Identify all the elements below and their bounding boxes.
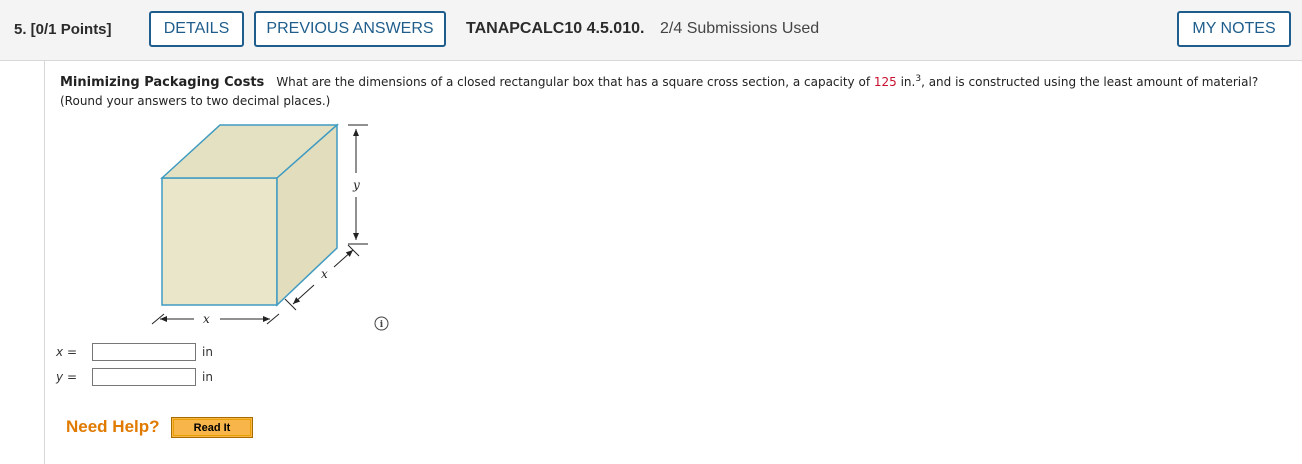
- x-depth-arrow-a: [292, 284, 315, 305]
- x-width-label: x: [203, 312, 210, 326]
- x-depth-arrow-b: [333, 249, 354, 268]
- y-label: y: [352, 178, 360, 192]
- capacity-unit: in.: [896, 75, 916, 89]
- capacity-value: 125: [873, 75, 897, 89]
- answer-label-x: x =: [56, 345, 77, 359]
- question-left-border: [44, 61, 45, 464]
- my-notes-button[interactable]: MY NOTES: [1177, 11, 1291, 47]
- question-number: 5. [0/1 Points]: [14, 21, 112, 38]
- x-depth-tick-b: [347, 244, 360, 257]
- y-unit: in: [202, 370, 213, 384]
- x-depth-tick-a: [284, 298, 297, 311]
- question-header: 5. [0/1 Points] DETAILS PREVIOUS ANSWERS…: [0, 0, 1302, 61]
- read-it-button[interactable]: Read It: [171, 417, 253, 438]
- svg-text:i: i: [380, 320, 384, 330]
- answer-row-x: x = in: [56, 341, 213, 363]
- details-button[interactable]: DETAILS: [149, 11, 244, 47]
- x-unit: in: [202, 345, 213, 359]
- box-front-face: [161, 177, 278, 306]
- y-answer-input[interactable]: [92, 368, 196, 386]
- question-text: Minimizing Packaging Costs What are the d…: [60, 70, 1290, 111]
- submissions-used: 2/4 Submissions Used: [660, 20, 820, 37]
- need-help-label: Need Help?: [66, 417, 160, 436]
- x-answer-input[interactable]: [92, 343, 196, 361]
- x-depth-label: x: [321, 267, 328, 281]
- question-title: Minimizing Packaging Costs: [60, 75, 265, 90]
- answer-row-y: y = in: [56, 366, 213, 388]
- previous-answers-button[interactable]: PREVIOUS ANSWERS: [254, 11, 446, 47]
- answer-label-y: y =: [56, 370, 77, 384]
- problem-code: TANAPCALC10 4.5.010.: [466, 20, 645, 37]
- box-figure: y x x: [151, 123, 368, 326]
- info-icon[interactable]: i: [374, 316, 389, 331]
- question-text-before: What are the dimensions of a closed rect…: [276, 75, 874, 89]
